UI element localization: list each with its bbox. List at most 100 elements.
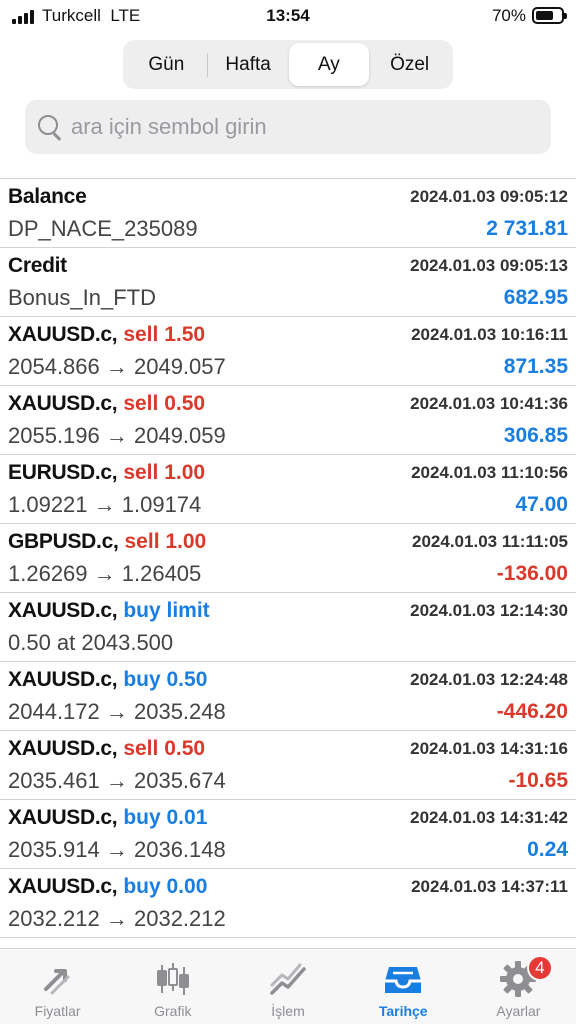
row-time: 2024.01.03 11:11:05 — [412, 532, 568, 551]
row-symbol: XAUUSD.c, — [8, 737, 118, 760]
history-row[interactable]: XAUUSD.c, buy limit 2024.01.03 12:14:30 0.5… — [0, 593, 576, 662]
history-row[interactable]: XAUUSD.c, sell 0.50 2024.01.03 14:31:16 203… — [0, 731, 576, 800]
row-profit: 47.00 — [515, 493, 568, 516]
candlestick-icon — [156, 963, 189, 995]
tab-label: Fiyatlar — [34, 1003, 81, 1019]
row-detail: 1.26269 → 1.26405 — [8, 561, 202, 586]
row-side: sell 1.50 — [123, 323, 206, 346]
row-symbol: EURUSD.c, — [8, 461, 118, 484]
tab-chart[interactable]: Grafik — [115, 949, 230, 1024]
status-bar: Turkcell LTE 13:54 70% — [0, 0, 576, 34]
row-time: 2024.01.03 10:16:11 — [411, 325, 568, 344]
tab-quotes[interactable]: Fiyatlar — [0, 949, 115, 1024]
row-time: 2024.01.03 11:10:56 — [411, 463, 568, 482]
row-detail: 2054.866 → 2049.057 — [8, 354, 226, 379]
tab-label: İşlem — [271, 1003, 305, 1019]
row-detail: 0.50 at 2043.500 — [8, 630, 174, 655]
row-profit: 0.24 — [527, 838, 568, 861]
row-symbol: XAUUSD.c, — [8, 668, 118, 691]
row-symbol: XAUUSD.c, — [8, 599, 118, 622]
row-header: XAUUSD.c, buy 0.01 — [8, 806, 207, 830]
tab-settings[interactable]: 4 Ayarlar — [461, 949, 576, 1024]
row-profit: 871.35 — [503, 355, 568, 378]
tab-custom[interactable]: Özel — [369, 43, 450, 86]
row-time: 2024.01.03 12:14:30 — [410, 601, 568, 620]
history-row[interactable]: XAUUSD.c, buy 0.50 2024.01.03 12:24:48 2044… — [0, 662, 576, 731]
clock: 13:54 — [266, 6, 310, 25]
row-time: 2024.01.03 12:24:48 — [410, 670, 568, 689]
row-time: 2024.01.03 09:05:12 — [410, 187, 568, 206]
tab-month[interactable]: Ay — [288, 43, 370, 86]
row-detail: 1.09221 → 1.09174 — [8, 492, 202, 517]
row-header: XAUUSD.c, sell 0.50 — [8, 737, 205, 761]
price-arrows-icon — [43, 969, 70, 995]
tab-history[interactable]: Tarihçe — [346, 949, 461, 1024]
history-list: Balance 2024.01.03 09:05:12 DP_NACE_235089… — [0, 178, 576, 938]
tab-label: Grafik — [154, 1003, 192, 1019]
history-row[interactable]: XAUUSD.c, buy 0.01 2024.01.03 14:31:42 2035… — [0, 800, 576, 869]
history-row[interactable]: Credit 2024.01.03 09:05:13 Bonus_In_FTD 682… — [0, 248, 576, 317]
row-header: XAUUSD.c, buy limit — [8, 599, 210, 623]
tab-bar: Fiyatlar Grafik İşlem Tarihçe 4 Ayarlar — [0, 948, 576, 1024]
row-detail: 2044.172 → 2035.248 — [8, 699, 226, 724]
row-detail: Bonus_In_FTD — [8, 285, 156, 310]
tab-day[interactable]: Gün — [126, 43, 207, 86]
row-symbol: XAUUSD.c, — [8, 875, 118, 898]
row-detail: 2032.212 → 2032.212 — [8, 906, 226, 931]
row-side: buy 0.50 — [123, 668, 208, 691]
row-header: Balance — [8, 185, 87, 209]
row-side: buy 0.00 — [123, 875, 208, 898]
row-header: XAUUSD.c, buy 0.00 — [8, 875, 207, 899]
history-row[interactable]: XAUUSD.c, sell 1.50 2024.01.03 10:16:11 205… — [0, 317, 576, 386]
row-time: 2024.01.03 14:37:11 — [411, 877, 568, 896]
row-side: buy 0.01 — [123, 806, 208, 829]
row-header: XAUUSD.c, sell 1.50 — [8, 323, 205, 347]
row-symbol: XAUUSD.c, — [8, 323, 118, 346]
row-symbol: GBPUSD.c, — [8, 530, 119, 553]
row-profit: -136.00 — [496, 562, 568, 585]
row-profit: -446.20 — [496, 700, 568, 723]
row-header: EURUSD.c, sell 1.00 — [8, 461, 205, 485]
row-profit: -10.65 — [508, 769, 568, 792]
row-side: sell 1.00 — [124, 530, 207, 553]
battery-icon — [532, 7, 567, 24]
history-row[interactable]: Balance 2024.01.03 09:05:12 DP_NACE_235089… — [0, 179, 576, 248]
row-symbol: Balance — [8, 185, 87, 208]
row-side: sell 0.50 — [123, 392, 206, 415]
row-header: XAUUSD.c, buy 0.50 — [8, 668, 207, 692]
row-side: buy limit — [123, 599, 210, 622]
tab-trade[interactable]: İşlem — [230, 949, 345, 1024]
row-header: XAUUSD.c, sell 0.50 — [8, 392, 205, 416]
notification-badge: 4 — [526, 955, 553, 981]
row-detail: 2035.461 → 2035.674 — [8, 768, 226, 793]
row-profit: 682.95 — [503, 286, 568, 309]
trade-chart-icon — [270, 963, 306, 995]
history-row[interactable]: GBPUSD.c, sell 1.00 2024.01.03 11:11:05 1.2… — [0, 524, 576, 593]
tab-week[interactable]: Hafta — [208, 43, 289, 86]
row-symbol: XAUUSD.c, — [8, 392, 118, 415]
row-time: 2024.01.03 14:31:16 — [410, 739, 568, 758]
history-row[interactable]: EURUSD.c, sell 1.00 2024.01.03 11:10:56 1.0… — [0, 455, 576, 524]
row-header: Credit — [8, 254, 67, 278]
row-time: 2024.01.03 09:05:13 — [410, 256, 568, 275]
row-profit: 2 731.81 — [486, 217, 568, 240]
battery-percent: 70% — [491, 6, 526, 25]
row-side: sell 0.50 — [123, 737, 206, 760]
row-detail: DP_NACE_235089 — [8, 216, 198, 241]
row-symbol: Credit — [8, 254, 67, 277]
row-time: 2024.01.03 10:41:36 — [410, 394, 568, 413]
row-time: 2024.01.03 14:31:42 — [410, 808, 568, 827]
row-detail: 2035.914 → 2036.148 — [8, 837, 226, 862]
search-bar[interactable] — [25, 100, 551, 154]
period-segmented-control: Gün Hafta Ay Özel — [123, 40, 453, 89]
search-input[interactable] — [71, 114, 531, 140]
history-row[interactable]: XAUUSD.c, sell 0.50 2024.01.03 10:41:36 205… — [0, 386, 576, 455]
row-symbol: XAUUSD.c, — [8, 806, 118, 829]
search-icon — [37, 114, 63, 140]
row-profit: 306.85 — [503, 424, 568, 447]
row-side: sell 1.00 — [123, 461, 206, 484]
tab-label: Ayarlar — [496, 1003, 541, 1019]
row-header: GBPUSD.c, sell 1.00 — [8, 530, 206, 554]
tab-label: Tarihçe — [378, 1003, 428, 1019]
history-row[interactable]: XAUUSD.c, buy 0.00 2024.01.03 14:37:11 2032… — [0, 869, 576, 938]
